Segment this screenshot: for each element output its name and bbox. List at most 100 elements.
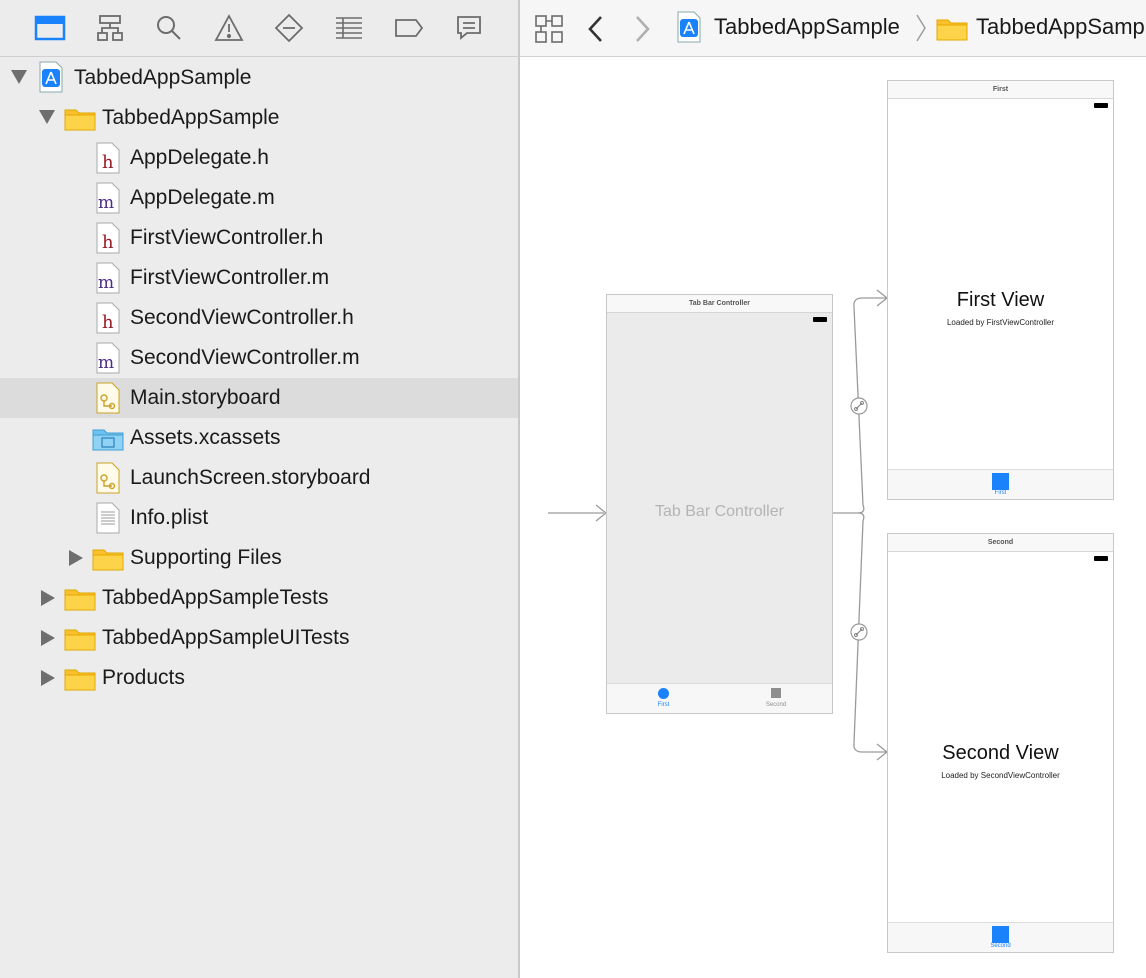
scene-subtitle: Loaded by FirstViewController: [946, 318, 1054, 327]
test-icon[interactable]: [272, 12, 306, 44]
tab-bar: First: [888, 469, 1113, 499]
tab-label: Second: [990, 943, 1011, 949]
scene-heading: Second View: [942, 742, 1059, 764]
storyboard-file-icon: [96, 462, 120, 499]
tab-bar: First Second: [607, 683, 832, 713]
disclosure-closed-icon[interactable]: [41, 630, 55, 646]
group-label: Products: [102, 666, 185, 689]
tree-row-products[interactable]: Products: [0, 658, 518, 698]
header-file-icon: h: [96, 142, 120, 179]
tree-row-file[interactable]: Info.plist: [0, 498, 518, 538]
search-icon[interactable]: [152, 12, 186, 44]
battery-icon: [813, 317, 827, 322]
tab-item-icon[interactable]: [992, 473, 1009, 490]
svg-text:m: m: [98, 193, 114, 213]
asset-catalog-icon: [92, 427, 124, 456]
debug-list-icon[interactable]: [332, 12, 366, 44]
file-label: AppDelegate.h: [130, 146, 269, 169]
relationship-segue-icon[interactable]: [850, 623, 868, 646]
xcode-project-icon: [676, 11, 702, 48]
tab-bar-controller-scene[interactable]: Tab Bar Controller Tab Bar Controller Fi…: [606, 294, 833, 714]
storyboard-canvas[interactable]: Tab Bar Controller Tab Bar Controller Fi…: [520, 57, 1146, 978]
disclosure-open-icon[interactable]: [39, 110, 55, 124]
file-label: LaunchScreen.storyboard: [130, 466, 371, 489]
scene-title: Tab Bar Controller: [607, 295, 832, 313]
breadcrumb-separator-icon: [914, 13, 928, 48]
file-label: SecondViewController.m: [130, 346, 360, 369]
implementation-file-icon: m: [96, 342, 120, 379]
hierarchy-icon[interactable]: [93, 12, 127, 44]
folder-icon: [64, 107, 96, 136]
file-label: Main.storyboard: [130, 386, 281, 409]
implementation-file-icon: m: [96, 262, 120, 299]
tree-row-file[interactable]: m SecondViewController.m: [0, 338, 518, 378]
svg-text:m: m: [98, 273, 114, 293]
svg-text:h: h: [102, 232, 114, 253]
tree-row-tests[interactable]: TabbedAppSampleTests: [0, 578, 518, 618]
folder-icon: [64, 667, 96, 696]
related-items-icon[interactable]: [534, 14, 564, 49]
xcode-project-icon: [38, 61, 64, 98]
disclosure-closed-icon[interactable]: [69, 550, 83, 566]
header-file-icon: h: [96, 302, 120, 339]
tree-row-project[interactable]: TabbedAppSample: [0, 58, 518, 98]
tab-label: First: [994, 490, 1007, 496]
header-file-icon: h: [96, 222, 120, 259]
project-navigator: TabbedAppSample TabbedAppSample h AppDel…: [0, 0, 520, 978]
scene-center-label: Tab Bar Controller: [655, 503, 784, 520]
first-tab-icon[interactable]: [658, 688, 669, 699]
second-view-scene[interactable]: Second Second View Loaded by SecondViewC…: [887, 533, 1114, 953]
breakpoint-icon[interactable]: [392, 12, 426, 44]
scene-heading: First View: [956, 289, 1045, 311]
tree-row-group[interactable]: TabbedAppSample: [0, 98, 518, 138]
file-label: SecondViewController.h: [130, 306, 354, 329]
tab-bar: Second: [888, 922, 1113, 952]
tree-row-supporting-files[interactable]: Supporting Files: [0, 538, 518, 578]
folder-icon: [64, 627, 96, 656]
jump-bar: TabbedAppSample TabbedAppSample: [520, 0, 1146, 57]
tree-row-file[interactable]: h AppDelegate.h: [0, 138, 518, 178]
relationship-segue-icon[interactable]: [850, 397, 868, 420]
tree-row-file[interactable]: h FirstViewController.h: [0, 218, 518, 258]
file-label: FirstViewController.m: [130, 266, 330, 289]
file-label: Info.plist: [130, 506, 209, 529]
battery-icon: [1094, 103, 1108, 108]
svg-text:m: m: [98, 353, 114, 373]
tab-label-second: Second: [765, 702, 787, 708]
tab-item-icon[interactable]: [992, 926, 1009, 943]
project-label: TabbedAppSample: [74, 66, 252, 89]
navigator-toolbar: [0, 0, 518, 57]
disclosure-closed-icon[interactable]: [41, 590, 55, 606]
breadcrumb-folder[interactable]: TabbedAppSample: [976, 14, 1146, 40]
folder-icon: [936, 17, 968, 46]
tree-row-file[interactable]: LaunchScreen.storyboard: [0, 458, 518, 498]
tree-row-file[interactable]: m AppDelegate.m: [0, 178, 518, 218]
battery-icon: [1094, 556, 1108, 561]
storyboard-editor: TabbedAppSample TabbedAppSample Tab Bar …: [520, 0, 1146, 978]
file-label: Assets.xcassets: [130, 426, 281, 449]
warning-icon[interactable]: [212, 12, 246, 44]
svg-text:h: h: [102, 312, 114, 333]
project-navigator-icon[interactable]: [33, 12, 67, 44]
breadcrumb-project[interactable]: TabbedAppSample: [714, 14, 900, 40]
first-view-scene[interactable]: First First View Loaded by FirstViewCont…: [887, 80, 1114, 500]
tree-row-file[interactable]: m FirstViewController.m: [0, 258, 518, 298]
disclosure-open-icon[interactable]: [11, 70, 27, 84]
implementation-file-icon: m: [96, 182, 120, 219]
forward-arrow-icon[interactable]: [632, 14, 652, 49]
svg-text:h: h: [102, 152, 114, 173]
group-label: TabbedAppSampleTests: [102, 586, 329, 609]
tree-row-file[interactable]: Assets.xcassets: [0, 418, 518, 458]
plist-file-icon: [96, 502, 120, 539]
tree-row-ui-tests[interactable]: TabbedAppSampleUITests: [0, 618, 518, 658]
back-arrow-icon[interactable]: [586, 14, 606, 49]
folder-icon: [64, 587, 96, 616]
file-label: AppDelegate.m: [130, 186, 275, 209]
disclosure-closed-icon[interactable]: [41, 670, 55, 686]
group-label: TabbedAppSample: [102, 106, 280, 129]
scene-subtitle: Loaded by SecondViewController: [941, 771, 1060, 780]
tree-row-file[interactable]: h SecondViewController.h: [0, 298, 518, 338]
second-tab-icon[interactable]: [771, 688, 781, 698]
tree-row-file-selected[interactable]: Main.storyboard: [0, 378, 518, 418]
report-icon[interactable]: [452, 12, 486, 44]
